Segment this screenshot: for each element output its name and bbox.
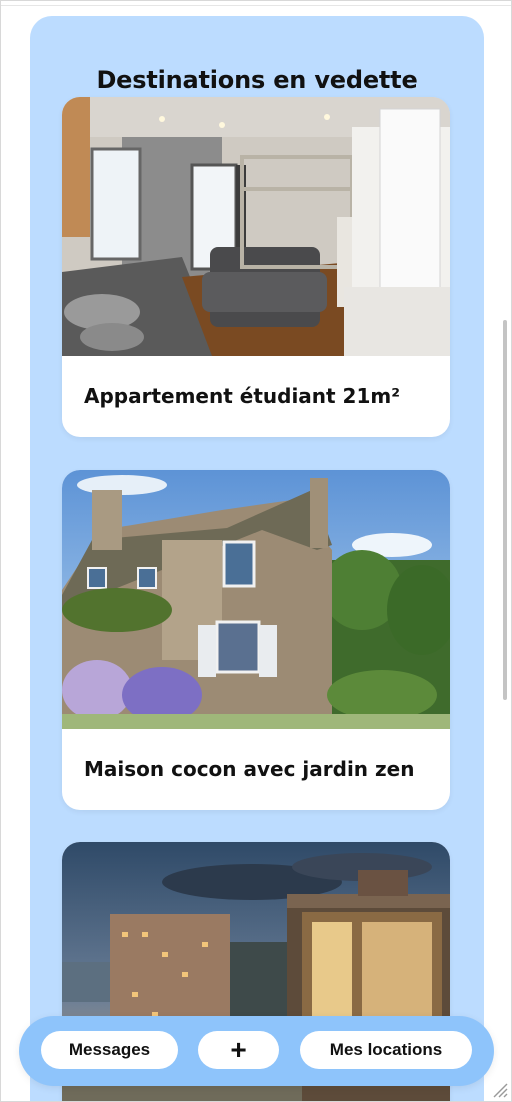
- bottom-nav-bar: Messages + Mes locations: [19, 1016, 494, 1086]
- section-title: Destinations en vedette: [96, 66, 418, 94]
- listing-photo: [62, 470, 450, 729]
- my-rentals-button[interactable]: Mes locations: [300, 1031, 472, 1069]
- featured-destinations-panel: Destinations en vedette Appartement étud…: [30, 16, 484, 1102]
- top-strip: [0, 0, 512, 6]
- scrollbar-thumb[interactable]: [503, 320, 507, 700]
- listing-card-apartment[interactable]: Appartement étudiant 21m²: [62, 97, 450, 437]
- resize-grip-icon[interactable]: [490, 1080, 508, 1098]
- listing-photo: [62, 97, 450, 356]
- add-button[interactable]: +: [198, 1031, 279, 1069]
- messages-button[interactable]: Messages: [41, 1031, 178, 1069]
- listing-card-house[interactable]: Maison cocon avec jardin zen: [62, 470, 450, 810]
- listing-title[interactable]: Appartement étudiant 21m²: [84, 356, 444, 436]
- listing-title[interactable]: Maison cocon avec jardin zen: [84, 729, 444, 809]
